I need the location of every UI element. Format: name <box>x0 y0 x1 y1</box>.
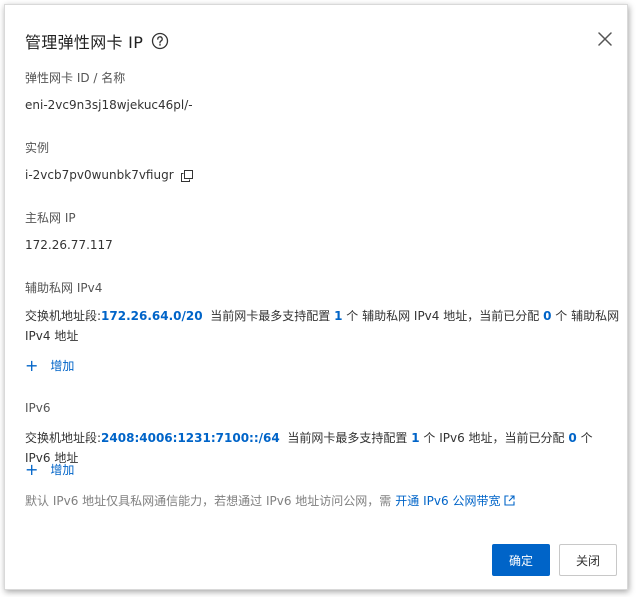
copy-icon[interactable] <box>181 169 194 182</box>
instance-value-row: i-2vcb7pv0wunbk7vfiugr <box>25 168 194 182</box>
add-ipv4-label: 增加 <box>50 359 75 373</box>
instance-label: 实例 <box>25 141 50 155</box>
open-ipv6-bandwidth-label: 开通 IPv6 公网带宽 <box>395 494 501 508</box>
add-ipv4-button[interactable]: + 增加 <box>25 357 74 374</box>
dialog-title: 管理弹性网卡 IP <box>25 33 144 52</box>
ipv6-note: 默认 IPv6 地址仅具私网通信能力，若想通过 IPv6 地址访问公网，需 开通… <box>25 492 516 509</box>
primary-ip-label: 主私网 IP <box>25 211 76 225</box>
close-icon[interactable] <box>595 29 615 49</box>
ipv6-max: 1 <box>411 431 420 445</box>
ipv6-text2: 个 IPv6 地址，当前已分配 <box>423 431 565 445</box>
primary-ip-value: 172.26.77.117 <box>25 238 113 252</box>
ipv6-label: IPv6 <box>25 401 51 415</box>
ipv4-prefix: 交换机地址段: <box>25 309 102 323</box>
ipv6-assigned: 0 <box>568 431 577 445</box>
add-ipv6-button[interactable]: + 增加 <box>25 461 74 478</box>
ipv4-text1: 当前网卡最多支持配置 <box>210 309 331 323</box>
ipv6-text1: 当前网卡最多支持配置 <box>287 431 408 445</box>
secondary-ipv4-info: 交换机地址段:172.26.64.0/20 当前网卡最多支持配置 1 个 辅助私… <box>25 306 620 346</box>
close-button[interactable]: 关闭 <box>559 544 617 576</box>
dialog-header: 管理弹性网卡 IP <box>25 29 169 53</box>
eni-label: 弹性网卡 ID / 名称 <box>25 71 126 85</box>
manage-eni-ip-dialog: 管理弹性网卡 IP 弹性网卡 ID / 名称 eni-2vc9n3sj18wje… <box>4 4 628 590</box>
instance-value: i-2vcb7pv0wunbk7vfiugr <box>25 168 174 182</box>
ipv6-cidr: 2408:4006:1231:7100::/64 <box>101 431 280 445</box>
plus-icon: + <box>25 459 39 479</box>
confirm-button[interactable]: 确定 <box>492 544 550 576</box>
ipv4-text2: 个 辅助私网 IPv4 地址，当前已分配 <box>346 309 540 323</box>
ipv6-note-text: 默认 IPv6 地址仅具私网通信能力，若想通过 IPv6 地址访问公网，需 <box>25 494 392 508</box>
ipv4-max: 1 <box>334 309 343 323</box>
help-icon[interactable] <box>151 32 169 50</box>
plus-icon: + <box>25 355 39 375</box>
ipv4-assigned: 0 <box>543 309 552 323</box>
secondary-ipv4-label: 辅助私网 IPv4 <box>25 281 103 295</box>
external-link-icon <box>504 495 516 506</box>
open-ipv6-bandwidth-link[interactable]: 开通 IPv6 公网带宽 <box>395 492 516 509</box>
ipv4-cidr: 172.26.64.0/20 <box>101 309 203 323</box>
add-ipv6-label: 增加 <box>50 463 75 477</box>
ipv6-info: 交换机地址段:2408:4006:1231:7100::/64 当前网卡最多支持… <box>25 428 620 468</box>
ipv6-prefix: 交换机地址段: <box>25 431 102 445</box>
eni-value: eni-2vc9n3sj18wjekuc46pl/- <box>25 98 193 112</box>
